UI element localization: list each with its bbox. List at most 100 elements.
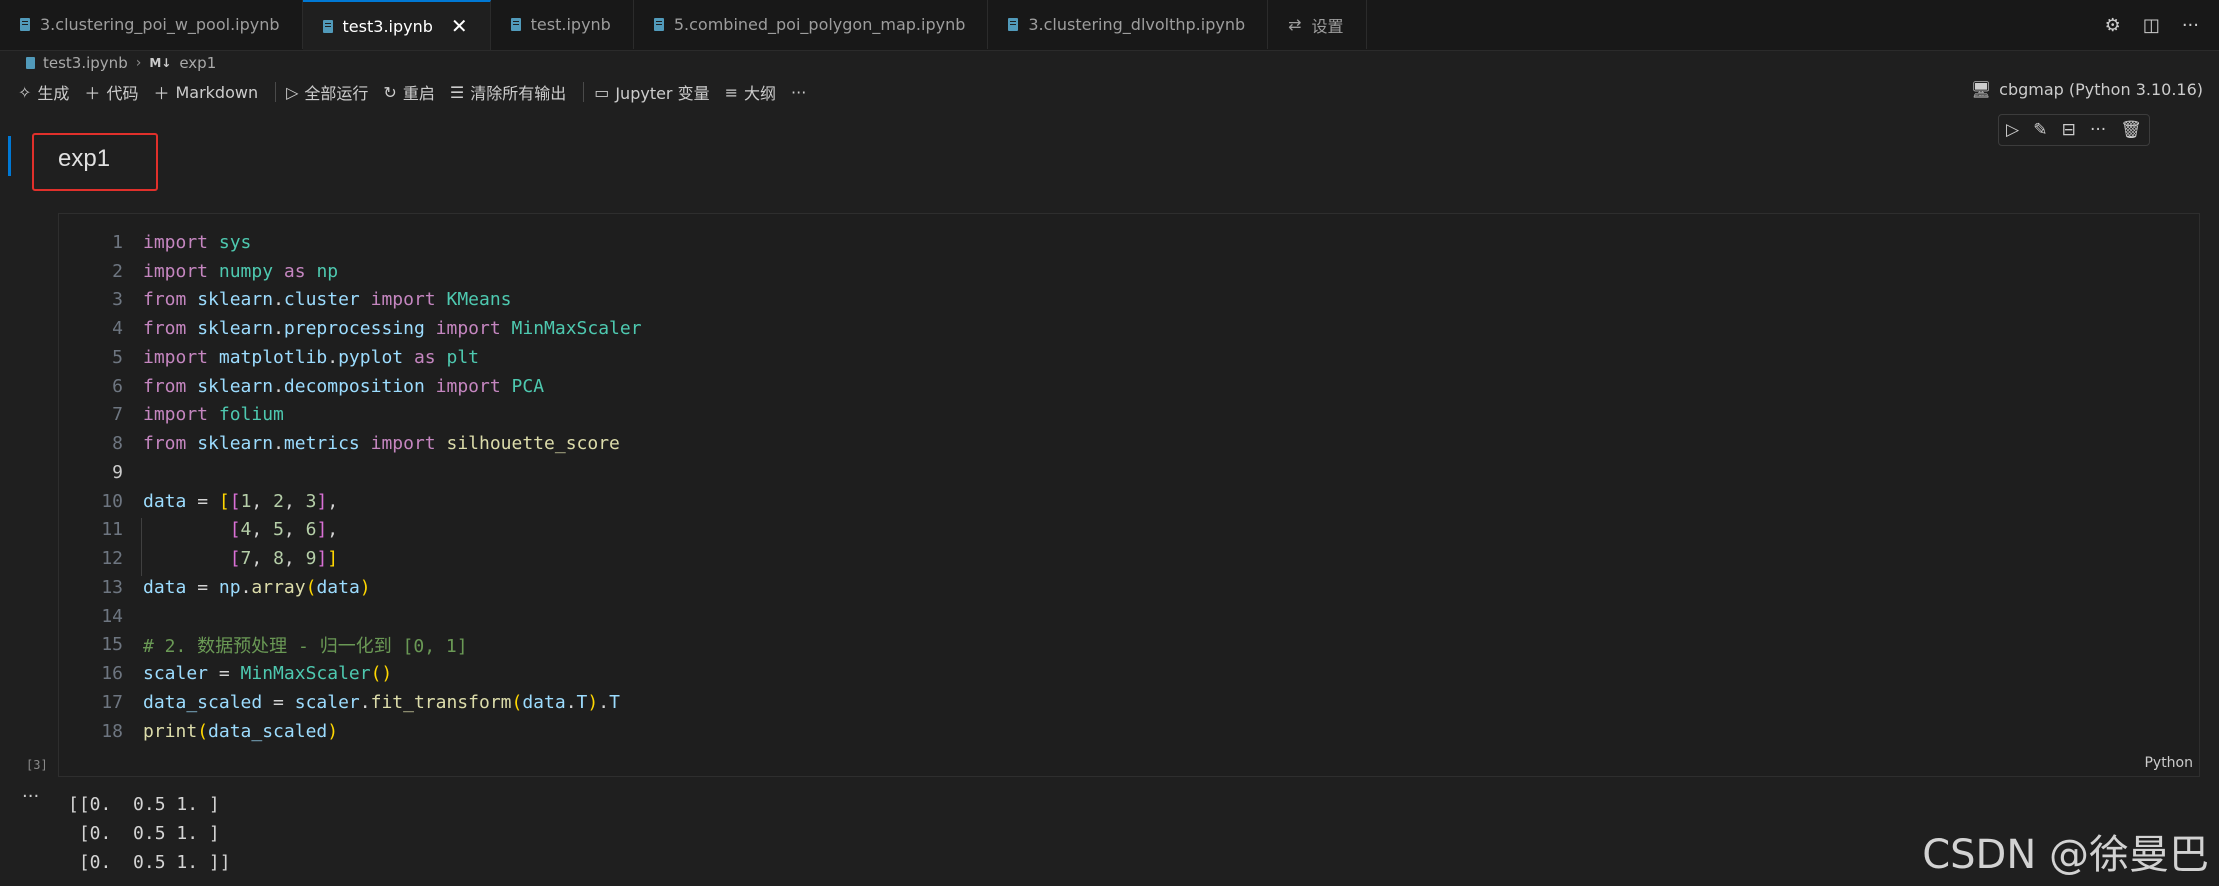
tab-settings[interactable]: ⇄ 设置 (1268, 0, 1367, 49)
code-line: 15 # 2. 数据预处理 - 归一化到 [0, 1] (59, 631, 2199, 660)
line-number: 16 (101, 663, 123, 685)
notebook-toolbar: ✧ 生成 ＋ 代码 ＋ Markdown ▷ 全部运行 ↻ 重启 ☰ 清除所有输… (14, 78, 2219, 106)
cell-focus-indicator (8, 136, 11, 176)
line-number: 18 (101, 720, 123, 742)
edit-icon[interactable]: ✎ (2033, 120, 2047, 140)
markdown-icon: M↓ (149, 56, 172, 70)
notebook-file-icon (322, 19, 333, 33)
code-line: 13 data = np.array(data) (59, 573, 2199, 602)
add-code-label: 代码 (106, 84, 139, 103)
split-cell-icon[interactable]: ⊟ (2062, 120, 2076, 140)
tab-combined-poi[interactable]: 5.combined_poi_polygon_map.ipynb (633, 0, 989, 49)
breadcrumb-file[interactable]: test3.ipynb (43, 54, 128, 72)
trash-icon[interactable]: 🗑 (2120, 120, 2142, 140)
tab-label: 3.clustering_poi_w_pool.ipynb (40, 15, 280, 34)
line-number: 15 (101, 634, 123, 656)
line-number: 2 (112, 260, 123, 282)
run-cell-icon[interactable]: ▷ (2006, 120, 2019, 140)
code-line: 12 [7, 8, 9]] (59, 544, 2199, 573)
tab-clustering-poi[interactable]: 3.clustering_poi_w_pool.ipynb (0, 0, 303, 49)
line-number: 5 (112, 346, 123, 368)
kernel-picker[interactable]: 🖥 cbgmap (Python 3.10.16) (1971, 80, 2203, 99)
plus-icon: ＋ (84, 84, 101, 103)
tab-label: 3.clustering_dlvolthp.ipynb (1028, 15, 1246, 34)
jupyter-variables-button[interactable]: ▭ Jupyter 变量 (590, 80, 720, 104)
close-icon[interactable]: ✕ (451, 16, 468, 36)
more-actions-icon[interactable]: ··· (2182, 15, 2199, 36)
sparkle-icon: ✧ (18, 82, 32, 102)
notebook-file-icon (653, 18, 664, 31)
code-line: 3 from sklearn.cluster import KMeans (59, 286, 2199, 315)
cell-language[interactable]: Python (2144, 755, 2193, 771)
notebook-file-icon (20, 18, 30, 31)
line-number: 10 (101, 490, 123, 512)
toolbar-divider (275, 82, 277, 102)
cell-toolbar: ▷ ✎ ⊟ ··· 🗑 (1998, 114, 2150, 146)
line-number: 9 (112, 461, 123, 483)
output-line: [0. 0.5 1. ]] (68, 852, 231, 873)
code-line: 18 print(data_scaled) (59, 717, 2199, 746)
generate-button[interactable]: ✧ 生成 (14, 80, 80, 104)
notebook-file-icon (26, 57, 35, 69)
run-all-label: 全部运行 (304, 84, 369, 103)
code-line: 10 data = [[1, 2, 3], (59, 487, 2199, 516)
tab-test3[interactable]: test3.ipynb ✕ (302, 0, 491, 50)
code-line: 14 (59, 602, 2199, 631)
more-icon[interactable]: ··· (2090, 120, 2106, 140)
tab-clustering-dlvolthp[interactable]: 3.clustering_dlvolthp.ipynb (988, 0, 1269, 49)
line-number: 3 (112, 289, 123, 311)
outline-button[interactable]: ≡ 大纲 (721, 80, 787, 104)
settings-list-icon: ⇄ (1288, 15, 1302, 34)
code-line: 16 scaler = MinMaxScaler() (59, 659, 2199, 688)
output-more-icon[interactable]: ··· (22, 786, 39, 807)
execution-count: [3] (26, 758, 48, 772)
clear-outputs-button[interactable]: ☰ 清除所有输出 (446, 80, 577, 104)
line-number: 13 (101, 576, 123, 598)
server-icon: 🖥 (1970, 80, 1992, 99)
tab-bar: 3.clustering_poi_w_pool.ipynb test3.ipyn… (0, 0, 2219, 51)
notebook-file-icon (510, 18, 521, 31)
jupyter-variables-label: Jupyter 变量 (615, 84, 710, 103)
add-markdown-button[interactable]: ＋ Markdown (149, 80, 269, 104)
split-editor-icon[interactable]: ◫ (2143, 15, 2160, 36)
code-cell[interactable]: 1 import sys 2 import numpy as np 3 from sk… (58, 213, 2200, 777)
generate-label: 生成 (37, 84, 70, 103)
line-number: 12 (101, 548, 123, 570)
line-number: 8 (112, 433, 123, 455)
toolbar-divider (583, 82, 585, 102)
notebook-file-icon (1008, 18, 1019, 31)
cell-output: [[0. 0.5 1. ] [0. 0.5 1. ] [0. 0.5 1. ]] (68, 790, 231, 877)
line-number: 11 (101, 519, 123, 541)
list-icon: ≡ (724, 82, 739, 102)
tab-spacer (1367, 0, 2105, 50)
restart-button[interactable]: ↻ 重启 (379, 80, 445, 104)
code-line: 6 from sklearn.decomposition import PCA (59, 372, 2199, 401)
restart-label: 重启 (402, 84, 435, 103)
line-number: 6 (112, 375, 123, 397)
variables-icon: ▭ (594, 82, 610, 102)
gear-icon[interactable]: ⚙ (2105, 15, 2121, 36)
run-all-button[interactable]: ▷ 全部运行 (282, 80, 379, 104)
more-label: ··· (791, 82, 807, 102)
play-icon: ▷ (286, 82, 299, 102)
markdown-cell-text: exp1 (58, 145, 111, 172)
breadcrumb-section[interactable]: exp1 (179, 54, 216, 72)
code-line: 2 import numpy as np (59, 257, 2199, 286)
watermark: CSDN @徐曼巴 (1922, 832, 2209, 878)
outline-label: 大纲 (744, 84, 777, 103)
code-line: 11 [4, 5, 6], (59, 516, 2199, 545)
editor-actions: ⚙ ◫ ··· (2105, 0, 2219, 50)
tab-label: 设置 (1311, 16, 1344, 36)
clear-all-icon: ☰ (449, 82, 465, 102)
line-number: 4 (112, 318, 123, 340)
code-line: 1 import sys (59, 228, 2199, 257)
code-line: 17 data_scaled = scaler.fit_transform(dat… (59, 688, 2199, 717)
add-code-button[interactable]: ＋ 代码 (80, 80, 149, 104)
tab-test[interactable]: test.ipynb (490, 0, 634, 49)
code-line: 5 import matplotlib.pyplot as plt (59, 343, 2199, 372)
toolbar-more-button[interactable]: ··· (787, 83, 817, 102)
code-editor[interactable]: 1 import sys 2 import numpy as np 3 from sk… (59, 228, 2199, 746)
code-line: 4 from sklearn.preprocessing import MinMa… (59, 314, 2199, 343)
output-line: [0. 0.5 1. ] (68, 823, 220, 844)
chevron-right-icon: › (135, 55, 142, 71)
